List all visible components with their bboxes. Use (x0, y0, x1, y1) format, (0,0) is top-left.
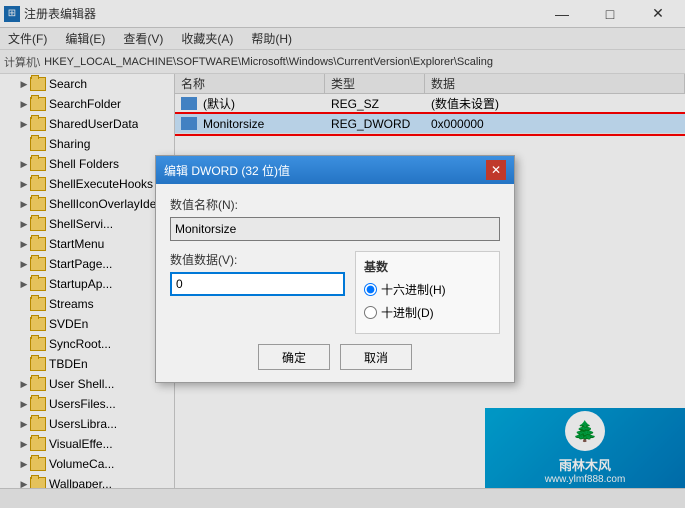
value-label: 数值数据(V): (170, 251, 345, 268)
dialog-overlay: 编辑 DWORD (32 位)值 ✕ 数值名称(N): 数值数据(V): 基数 … (0, 0, 685, 508)
base-label: 基数 (364, 258, 491, 275)
name-input[interactable] (170, 217, 500, 241)
dec-radio-row[interactable]: 十进制(D) (364, 304, 491, 321)
cancel-button[interactable]: 取消 (340, 344, 412, 370)
base-section: 基数 十六进制(H) 十进制(D) (355, 251, 500, 334)
dec-radio[interactable] (364, 306, 377, 319)
dialog-title-bar: 编辑 DWORD (32 位)值 ✕ (156, 156, 514, 184)
value-input[interactable] (170, 272, 345, 296)
value-base-row: 数值数据(V): 基数 十六进制(H) 十进制(D) (170, 251, 500, 334)
dialog-buttons: 确定 取消 (170, 344, 500, 370)
ok-button[interactable]: 确定 (258, 344, 330, 370)
hex-label: 十六进制(H) (381, 281, 446, 298)
hex-radio-row[interactable]: 十六进制(H) (364, 281, 491, 298)
name-label: 数值名称(N): (170, 196, 500, 213)
dec-label: 十进制(D) (381, 304, 434, 321)
value-section: 数值数据(V): (170, 251, 345, 334)
dialog-body: 数值名称(N): 数值数据(V): 基数 十六进制(H) 十进制(D) (156, 184, 514, 382)
dialog-close-button[interactable]: ✕ (486, 160, 506, 180)
hex-radio[interactable] (364, 283, 377, 296)
dialog-title: 编辑 DWORD (32 位)值 (164, 162, 290, 179)
edit-dword-dialog: 编辑 DWORD (32 位)值 ✕ 数值名称(N): 数值数据(V): 基数 … (155, 155, 515, 383)
